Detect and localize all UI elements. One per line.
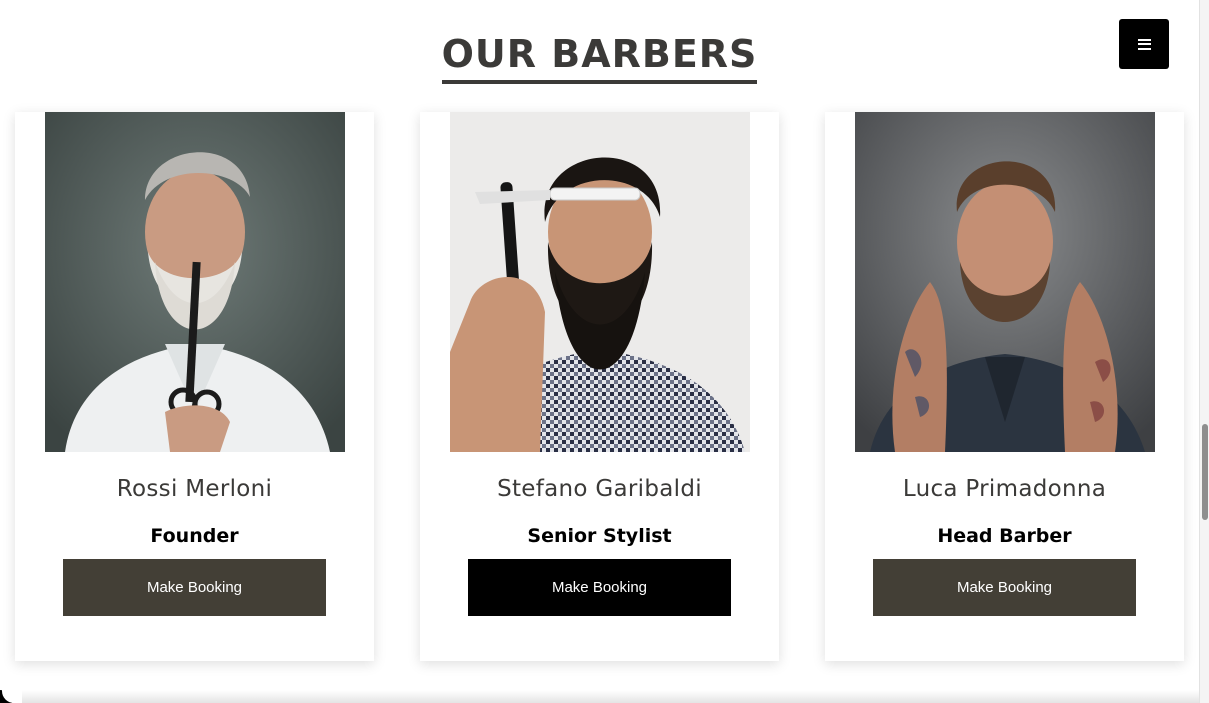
barber-name: Rossi Merloni	[116, 476, 273, 502]
hamburger-menu-icon	[1137, 38, 1151, 50]
barber-role: Founder	[150, 525, 239, 547]
barber-card-stefano-garibaldi: Stefano Garibaldi Senior Stylist Make Bo…	[420, 112, 779, 661]
section-title-wrapper: OUR BARBERS	[0, 30, 1199, 84]
scrollbar-thumb[interactable]	[1202, 424, 1208, 520]
barber-card-luca-primadonna: Luca Primadonna Head Barber Make Booking	[825, 112, 1184, 661]
make-booking-button[interactable]: Make Booking	[873, 559, 1136, 616]
page-scrollbar[interactable]	[1199, 0, 1209, 703]
bottom-shadow	[0, 690, 1199, 703]
make-booking-button[interactable]: Make Booking	[63, 559, 326, 616]
barber-name: Luca Primadonna	[902, 476, 1107, 502]
barber-portrait-grey-beard-scissors	[45, 112, 345, 452]
section-title: OUR BARBERS	[441, 30, 758, 84]
barber-name: Stefano Garibaldi	[497, 476, 702, 502]
barber-portrait-tattooed-twirling-moustache	[855, 112, 1155, 452]
menu-button[interactable]	[1119, 19, 1169, 69]
make-booking-button[interactable]: Make Booking	[468, 559, 731, 616]
barber-photo	[45, 112, 345, 452]
barber-card-rossi-merloni: Rossi Merloni Founder Make Booking	[15, 112, 374, 661]
barber-photo	[450, 112, 750, 452]
barber-role: Senior Stylist	[527, 525, 672, 547]
barber-portrait-dark-beard-razor	[450, 112, 750, 452]
barbers-section: OUR BARBERS Rossi Merloni Founder Make B…	[0, 0, 1199, 703]
barber-photo	[855, 112, 1155, 452]
barber-role: Head Barber	[937, 525, 1072, 547]
